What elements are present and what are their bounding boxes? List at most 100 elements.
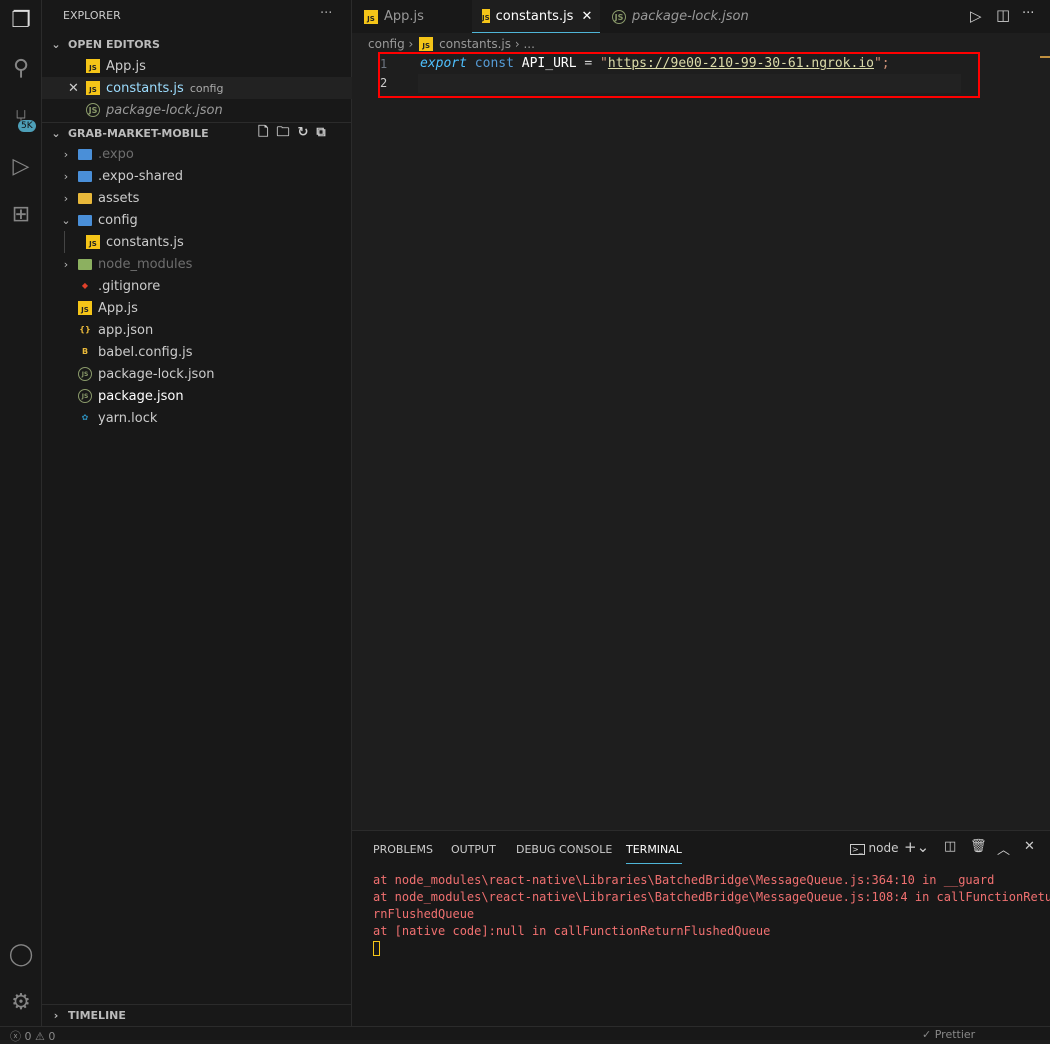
breadcrumb-folder[interactable]: config [368,37,405,51]
open-editor-item[interactable]: JS App.js [42,55,352,77]
maximize-panel-icon[interactable]: ︿ [997,839,1010,858]
js-file-icon: JS [86,59,100,73]
terminal-icon: >_ [850,844,865,855]
run-icon[interactable]: ▷ [970,7,982,25]
tree-item-label: config [98,212,138,228]
tab-constants-js[interactable]: JS constants.js ✕ [472,0,600,33]
explorer-icon[interactable]: ❐ [5,4,37,36]
more-actions-icon[interactable]: ··· [1022,6,1034,21]
tree-item-label: yarn.lock [98,410,158,426]
tree-item[interactable]: › .expo [42,143,352,165]
breadcrumb: config › JS constants.js › ... [368,37,535,51]
tree-item[interactable]: JS constants.js [42,231,352,253]
terminal-line: at node_modules\react-native\Libraries\B… [373,873,995,887]
terminal-line: at node_modules\react-native\Libraries\B… [373,890,1050,904]
chevron-icon: ⌄ [61,213,71,227]
tree-item[interactable]: Bbabel.config.js [42,341,352,363]
chevron-icon: › [63,257,69,271]
close-icon[interactable]: ✕ [581,9,592,24]
status-bar: ⓧ 0 ⚠ 0 ✓ Prettier [0,1026,1050,1043]
timeline-header[interactable]: › TIMELINE [42,1004,352,1026]
explorer-sidebar: EXPLORER ··· ⌄ OPEN EDITORS JS App.js ✕ JS c… [42,0,352,1026]
terminal-cursor[interactable] [373,941,380,956]
minimap-marker [1040,56,1050,58]
open-editors-header[interactable]: ⌄ OPEN EDITORS [42,33,352,55]
search-icon[interactable]: ⚲ [5,52,37,84]
tree-item[interactable]: {} app.json [42,319,352,341]
editor-tabs: JS App.js JS constants.js ✕ JS package-lock.… [352,0,1050,33]
babel-icon: B [81,347,89,356]
more-actions-icon[interactable]: ··· [320,6,332,21]
bottom-panel: PROBLEMS OUTPUT DEBUG CONSOLE TERMINAL >… [352,830,1050,1026]
gear-icon[interactable]: ⚙ [5,986,37,1018]
open-editor-item[interactable]: JS package-lock.json [42,99,352,121]
tab-output[interactable]: OUTPUT [451,843,496,856]
tree-item[interactable]: JS App.js [42,297,352,319]
folder-icon [78,148,92,160]
tree-item[interactable]: ⌄ config [42,209,352,231]
tab-package-lock-json[interactable]: JS package-lock.json [602,0,759,33]
tree-item[interactable]: ✿ yarn.lock [42,407,352,429]
folder-icon [78,214,92,226]
trash-icon[interactable]: 🗑 [970,839,987,854]
account-icon[interactable]: ◯ [5,938,37,970]
nodejs-icon: JS [86,103,100,117]
chevron-icon: › [63,147,69,161]
run-debug-icon[interactable]: ▷ [5,150,37,182]
tree-item-label: app.json [98,322,154,338]
tree-item-label: node_modules [98,256,193,272]
tree-item[interactable]: › node_modules [42,253,352,275]
terminal-line: at [native code]:null in callFunctionRet… [373,924,771,938]
red-highlight-box [378,52,980,98]
terminal-selector[interactable]: >_ node [850,841,898,855]
tab-problems[interactable]: PROBLEMS [373,843,433,856]
explorer-title: EXPLORER [63,9,121,22]
tree-item[interactable]: JS package-lock.json [42,363,352,385]
tree-item[interactable]: › .expo-shared [42,165,352,187]
folder-icon [78,192,92,204]
close-icon[interactable]: ✕ [68,81,86,96]
tree-item-label: .expo [98,146,134,162]
folder-icon [78,258,92,270]
tree-item-label: constants.js [106,234,184,250]
tree-item[interactable]: JS package.json [42,385,352,407]
new-terminal-icon[interactable]: +⌄ [904,838,929,856]
tree-item-label: package.json [98,388,184,404]
json-icon: {} [79,325,91,334]
problems-status[interactable]: ⓧ 0 ⚠ 0 [10,1028,55,1044]
tree-item-label: App.js [98,300,138,316]
folder-icon [78,170,92,182]
terminal-line: rnFlushedQueue [373,907,475,921]
tree-item-label: babel.config.js [98,344,193,360]
chevron-icon: › [63,191,69,205]
scm-badge: 5K [18,120,36,132]
indent-guide [64,231,65,253]
tab-debug-console[interactable]: DEBUG CONSOLE [516,843,612,856]
tree-item-label: .gitignore [98,278,161,294]
project-actions-icons[interactable]: 🗋🗀↻⧉ [258,123,334,145]
split-terminal-icon[interactable]: ◫ [944,839,956,854]
extensions-icon[interactable]: ⊞ [5,198,37,230]
tree-item-label: package-lock.json [98,366,215,382]
breadcrumb-file[interactable]: constants.js [439,37,511,51]
tree-item-label: .expo-shared [98,168,184,184]
open-editor-item[interactable]: ✕ JS constants.js config [42,77,352,99]
tree-item-label: assets [98,190,140,206]
project-header[interactable]: ⌄ GRAB-MARKET-MOBILE 🗋🗀↻⧉ [42,122,352,144]
js-file-icon: JS [78,301,92,315]
yarn-icon: ✿ [81,413,89,422]
tab-app-js[interactable]: JS App.js [354,0,434,33]
tree-item[interactable]: › assets [42,187,352,209]
split-editor-icon[interactable]: ◫ [996,6,1010,24]
nodejs-icon: JS [78,389,92,403]
js-file-icon: JS [86,235,100,249]
prettier-status[interactable]: ✓ Prettier [922,1028,975,1041]
activity-bar: ❐ ⚲ ⑂ 5K ▷ ⊞ ◯ ⚙ [0,0,42,1026]
tree-item[interactable]: ◆ .gitignore [42,275,352,297]
close-panel-icon[interactable]: ✕ [1024,839,1035,854]
chevron-icon: › [63,169,69,183]
git-icon: ◆ [81,281,89,290]
js-file-icon: JS [86,81,100,95]
nodejs-icon: JS [78,367,92,381]
tab-terminal[interactable]: TERMINAL [626,843,682,864]
